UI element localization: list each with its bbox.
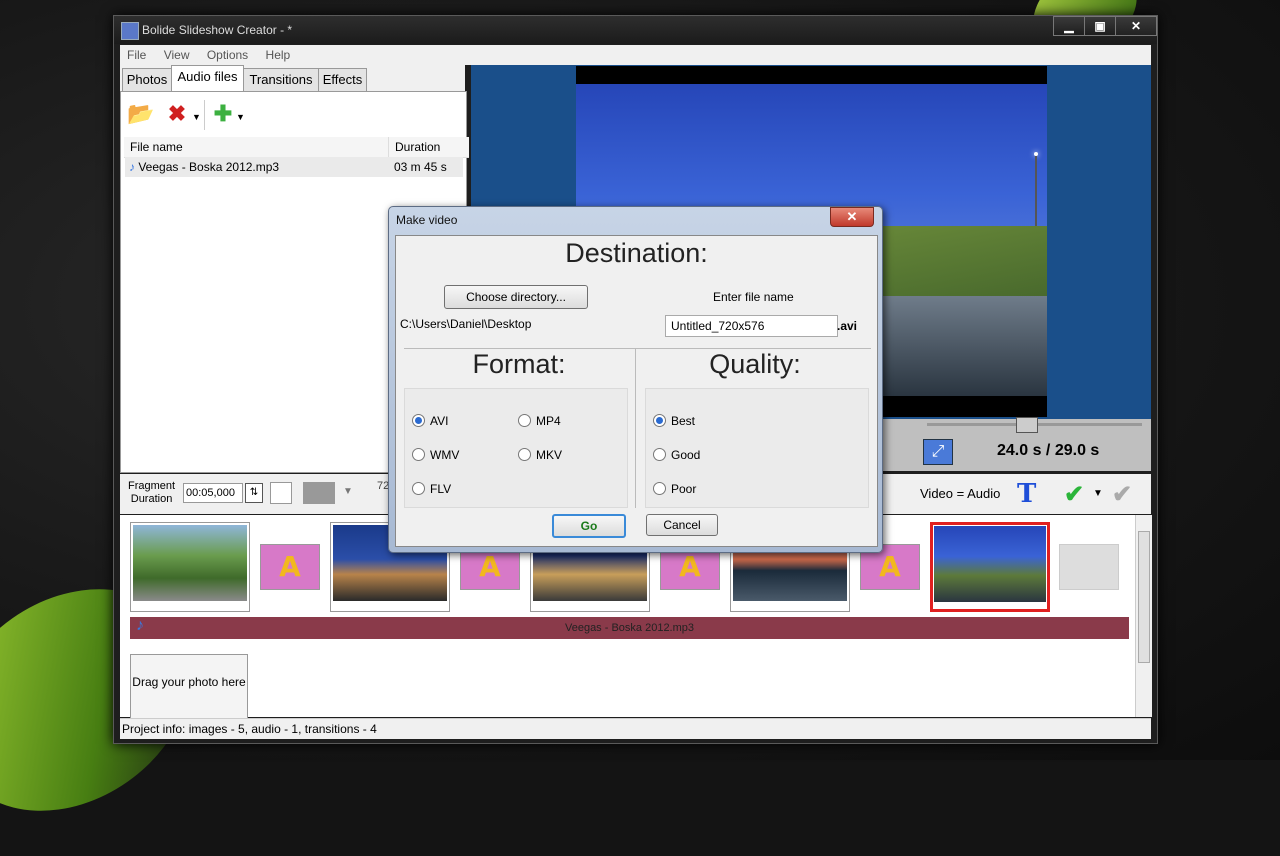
fullscreen-icon[interactable]: ⤢: [923, 439, 953, 465]
window-title: Bolide Slideshow Creator - *: [142, 23, 293, 37]
format-mkv-radio[interactable]: MKV: [518, 448, 562, 462]
app-icon: [121, 22, 139, 40]
transition-icon[interactable]: A: [260, 544, 320, 590]
divider: [635, 348, 636, 508]
quality-best-radio[interactable]: Best: [653, 414, 695, 428]
lamp-post: [1035, 156, 1037, 226]
title-bar: Bolide Slideshow Creator - * ▁ ▣ ✕: [114, 16, 1157, 44]
menu-options[interactable]: Options: [200, 45, 255, 62]
check-icon[interactable]: ✔: [1064, 480, 1084, 509]
maximize-button[interactable]: ▣: [1084, 16, 1116, 36]
column-header-duration[interactable]: Duration: [388, 137, 469, 158]
quality-good-radio[interactable]: Good: [653, 448, 700, 462]
format-header: Format:: [472, 349, 566, 379]
tab-audio-files[interactable]: Audio files: [171, 65, 244, 92]
chevron-down-icon[interactable]: ▼: [1093, 488, 1103, 499]
tab-transitions[interactable]: Transitions: [243, 68, 319, 91]
list-item[interactable]: ♪ Veegas - Boska 2012.mp3 03 m 45 s: [125, 157, 463, 177]
file-name: Veegas - Boska 2012.mp3: [138, 160, 280, 174]
status-bar: Project info: images - 5, audio - 1, tra…: [120, 718, 1151, 739]
directory-path: C:\Users\Daniel\Desktop: [400, 317, 532, 331]
close-button[interactable]: ✕: [1115, 16, 1157, 36]
drag-drop-zone[interactable]: Drag your photo here: [130, 654, 248, 722]
tab-effects[interactable]: Effects: [318, 68, 367, 91]
make-video-dialog: Make video ✕ Destination: Choose directo…: [388, 206, 883, 553]
format-wmv-radio[interactable]: WMV: [412, 448, 459, 462]
enter-file-name-label: Enter file name: [713, 290, 794, 304]
menu-bar: File View Options Help: [120, 45, 1151, 65]
seek-slider-knob[interactable]: [1016, 417, 1038, 433]
dialog-close-button[interactable]: ✕: [830, 207, 874, 227]
fragment-duration-label: Fragment Duration: [128, 480, 176, 505]
add-icon[interactable]: ✚: [208, 100, 238, 128]
chevron-down-icon[interactable]: ▼: [236, 112, 245, 122]
destination-header: Destination:: [565, 238, 708, 268]
project-info: Project info: images - 5, audio - 1, tra…: [122, 722, 377, 736]
chevron-down-icon[interactable]: ▼: [343, 486, 353, 497]
toolbar-divider: [204, 100, 205, 130]
choose-directory-button[interactable]: Choose directory...: [444, 285, 588, 309]
background-color-box[interactable]: [270, 482, 292, 504]
time-readout: 24.0 s / 29.0 s: [997, 442, 1100, 459]
empty-transition-slot[interactable]: [1059, 544, 1119, 590]
folder-open-icon[interactable]: 📂: [126, 100, 156, 128]
chevron-down-icon[interactable]: ▼: [192, 112, 201, 122]
menu-view[interactable]: View: [157, 45, 197, 62]
disabled-check-icon: ✔: [1112, 481, 1133, 508]
format-avi-radio[interactable]: AVI: [412, 414, 448, 428]
quality-poor-radio[interactable]: Poor: [653, 482, 696, 496]
duration-spinner[interactable]: ⇅: [245, 483, 263, 503]
timeline-photo-1[interactable]: [130, 522, 250, 612]
delete-icon[interactable]: ✖: [162, 100, 192, 128]
music-note-icon: ♪: [136, 617, 144, 634]
file-extension: .avi: [837, 319, 858, 333]
menu-help[interactable]: Help: [259, 45, 298, 62]
color-picker[interactable]: [303, 482, 335, 504]
format-flv-radio[interactable]: FLV: [412, 482, 451, 496]
video-audio-label[interactable]: Video = Audio: [920, 486, 1000, 501]
minimize-button[interactable]: ▁: [1053, 16, 1085, 36]
cancel-button[interactable]: Cancel: [646, 514, 718, 536]
preview-wall: [874, 296, 1047, 396]
menu-file[interactable]: File: [120, 45, 153, 62]
scrollbar-thumb[interactable]: [1138, 531, 1150, 663]
dialog-body: Destination: Choose directory... Enter f…: [395, 235, 878, 547]
text-tool-button[interactable]: T: [1017, 479, 1036, 509]
audio-track[interactable]: Veegas - Boska 2012.mp3: [130, 617, 1129, 639]
file-duration: 03 m 45 s: [394, 160, 447, 174]
quality-header: Quality:: [709, 349, 801, 379]
column-header-filename[interactable]: File name: [124, 137, 394, 158]
format-mp4-radio[interactable]: MP4: [518, 414, 561, 428]
timeline-photo-5-selected[interactable]: [930, 522, 1050, 612]
duration-input[interactable]: 00:05,000: [183, 483, 243, 503]
go-button[interactable]: Go: [552, 514, 626, 538]
tab-photos[interactable]: Photos: [122, 68, 172, 91]
file-name-input[interactable]: Untitled_720x576: [665, 315, 838, 337]
dialog-title: Make video: [396, 213, 458, 227]
music-note-icon: ♪: [129, 160, 135, 174]
